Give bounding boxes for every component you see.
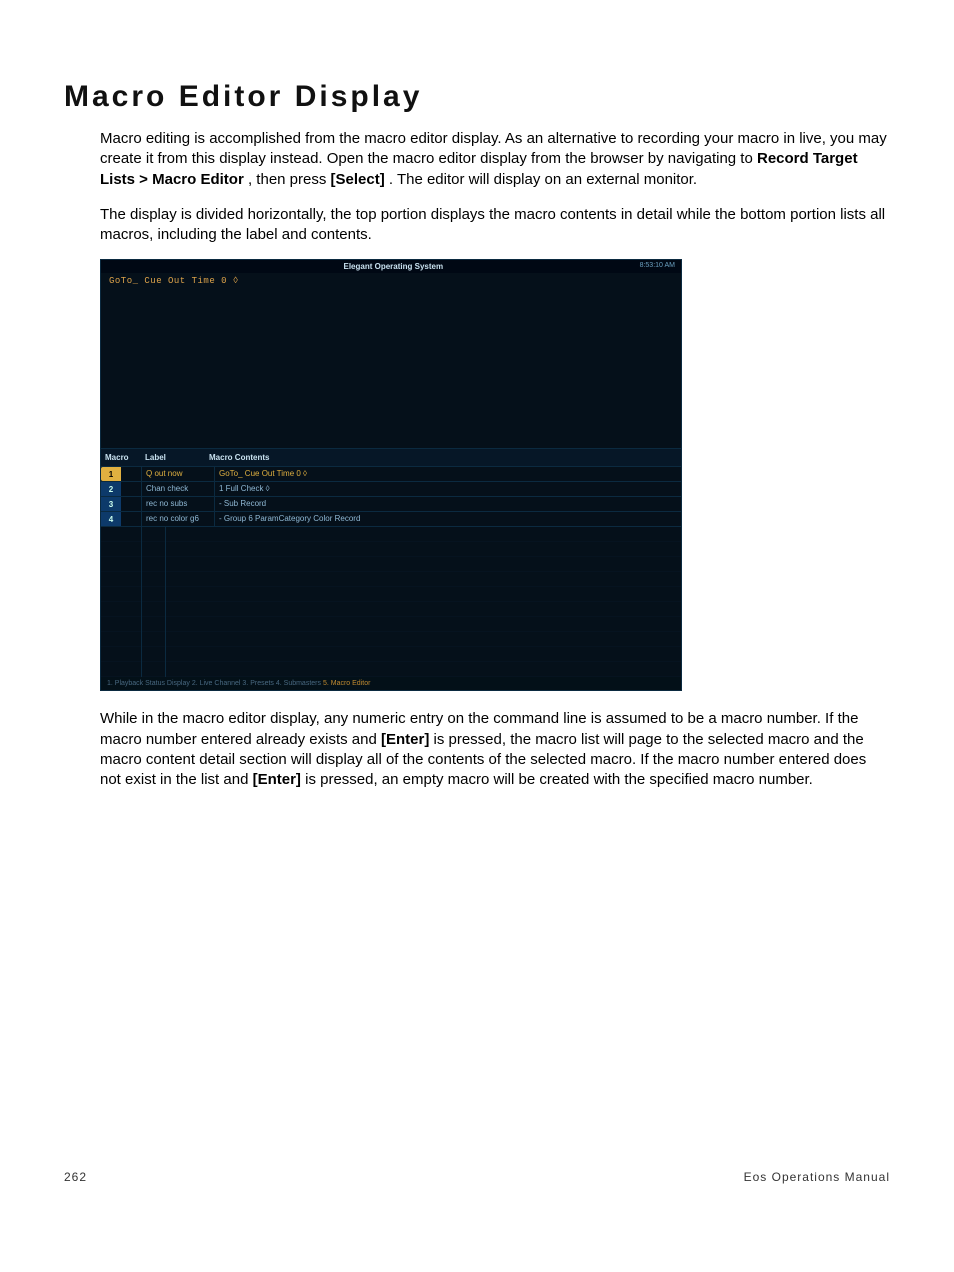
p1-d: . The editor will display on an external… [389, 171, 697, 188]
row-number: 4 [101, 512, 121, 526]
p3-enter-2: [Enter] [253, 771, 301, 788]
table-header: Macro Label Macro Contents [101, 449, 681, 467]
row-number: 1 [101, 467, 121, 481]
paragraph-1: Macro editing is accomplished from the m… [100, 129, 890, 190]
row-label: rec no color g6 [142, 512, 215, 526]
p3-enter-1: [Enter] [381, 731, 429, 748]
paragraph-2: The display is divided horizontally, the… [100, 205, 890, 246]
tabs-inactive[interactable]: 1. Playback Status Display 2. Live Chann… [107, 680, 323, 687]
macro-detail-area: GoTo_ Cue Out Time 0 ◊ [101, 273, 681, 449]
tab-active[interactable]: 5. Macro Editor [323, 680, 370, 687]
window-titlebar: Elegant Operating System 8:53:10 AM [101, 260, 681, 273]
window-title: Elegant Operating System [147, 262, 640, 271]
row-label: Chan check [142, 482, 215, 496]
macro-editor-screenshot: Elegant Operating System 8:53:10 AM GoTo… [100, 259, 682, 691]
manual-title: Eos Operations Manual [744, 1170, 890, 1184]
command-line: GoTo_ Cue Out Time 0 ◊ [101, 273, 681, 289]
row-contents: GoTo_ Cue Out Time 0 ◊ [215, 467, 681, 481]
table-row[interactable]: 1 Q out now GoTo_ Cue Out Time 0 ◊ [101, 467, 681, 482]
page-footer: 262 Eos Operations Manual [64, 1170, 890, 1184]
table-row[interactable]: 3 rec no subs - Sub Record [101, 497, 681, 512]
header-contents: Macro Contents [209, 453, 677, 462]
row-contents: 1 Full Check ◊ [215, 482, 681, 496]
p1-c: , then press [248, 171, 331, 188]
clock: 8:53:10 AM [640, 262, 675, 271]
paragraph-3: While in the macro editor display, any n… [100, 709, 890, 790]
row-contents: - Group 6 ParamCategory Color Record [215, 512, 681, 526]
row-number: 3 [101, 497, 121, 511]
display-tabs[interactable]: 1. Playback Status Display 2. Live Chann… [101, 677, 681, 690]
table-row[interactable]: 4 rec no color g6 - Group 6 ParamCategor… [101, 512, 681, 527]
page-number: 262 [64, 1170, 87, 1184]
header-label: Label [145, 453, 209, 462]
page-heading: Macro Editor Display [64, 80, 890, 114]
header-macro: Macro [105, 453, 145, 462]
row-number: 2 [101, 482, 121, 496]
p3-c: is pressed, an empty macro will be creat… [305, 771, 813, 788]
row-contents: - Sub Record [215, 497, 681, 511]
empty-rows [101, 527, 681, 677]
row-label: rec no subs [142, 497, 215, 511]
p1-bold-select: [Select] [331, 171, 385, 188]
table-row[interactable]: 2 Chan check 1 Full Check ◊ [101, 482, 681, 497]
row-label: Q out now [142, 467, 215, 481]
